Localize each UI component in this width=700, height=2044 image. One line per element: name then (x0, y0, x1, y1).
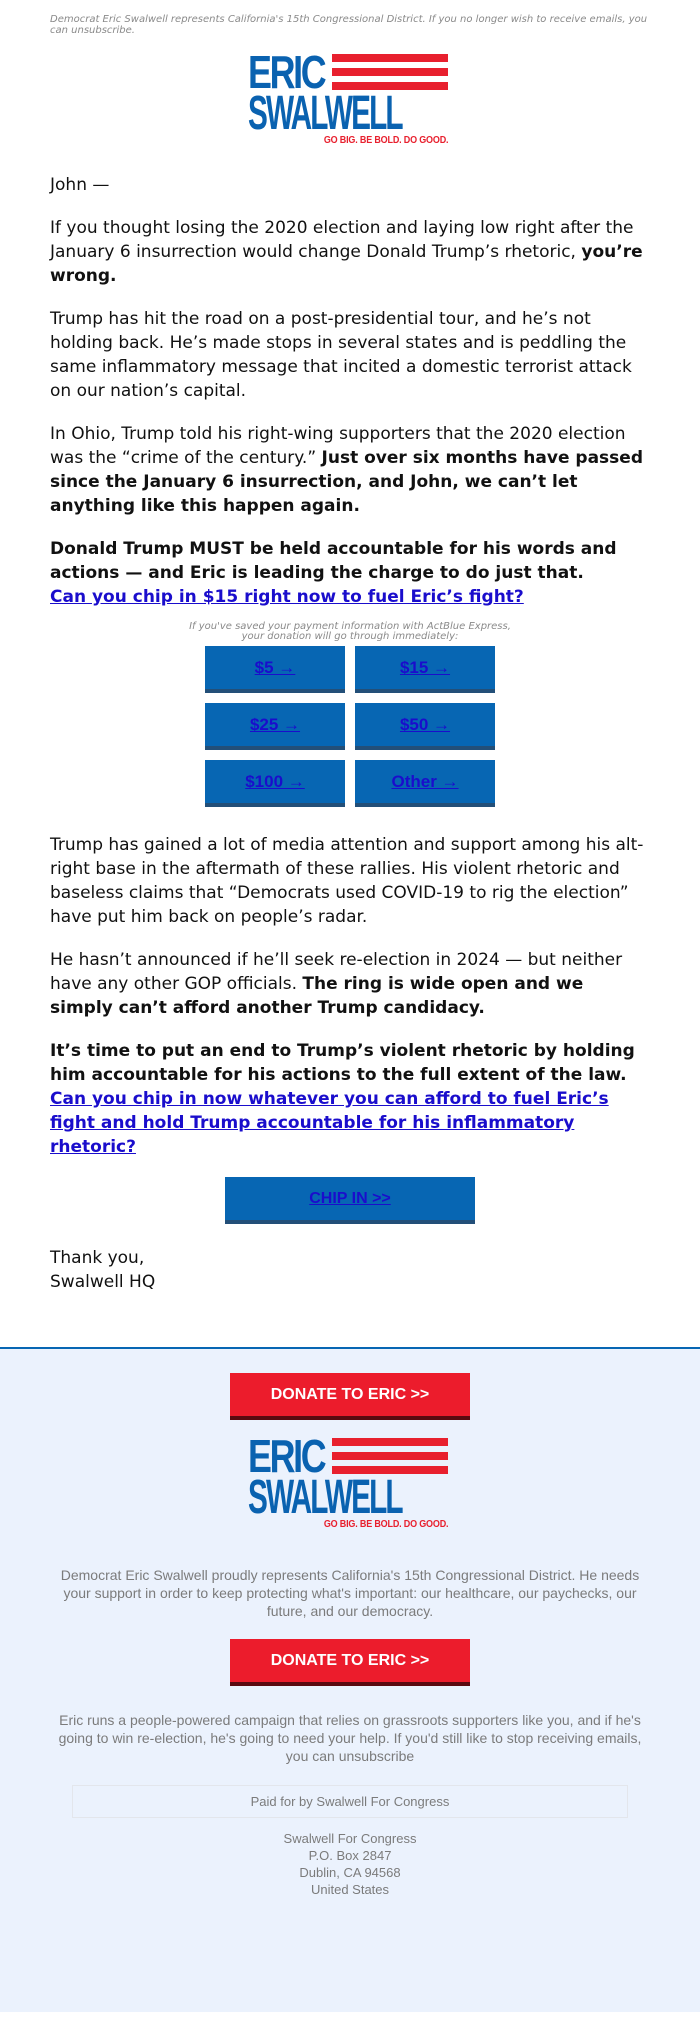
donate-to-eric-button[interactable]: DONATE TO ERIC >> (230, 1373, 470, 1420)
chip-in-15-link[interactable]: Can you chip in $15 right now to fuel Er… (50, 587, 524, 607)
paragraph: He hasn’t announced if he’ll seek re-ele… (50, 948, 650, 1020)
paragraph: Trump has hit the road on a post-preside… (50, 309, 632, 401)
address-line: United States (310, 1882, 390, 1897)
logo-tagline: GO BIG. BE BOLD. DO GOOD. (323, 135, 448, 146)
note-line: your donation will go through immediatel… (241, 631, 459, 642)
donate-50-button[interactable]: $50 → (355, 703, 495, 750)
logo-swalwell: SWALWELL (248, 87, 404, 140)
paragraph: In Ohio, Trump told his right-wing suppo… (50, 422, 650, 518)
footer-about-text: Democrat Eric Swalwell proudly represent… (60, 1567, 640, 1619)
footer-grassroots-text: Eric runs a people-powered campaign that… (58, 1712, 642, 1764)
logo-stripe (332, 68, 448, 76)
footer: DONATE TO ERIC >> ERIC SWALWELL GO BIG. … (0, 1347, 700, 2012)
bottom-spacer (0, 2012, 700, 2030)
chip-in-whatever-link[interactable]: Can you chip in now whatever you can aff… (50, 1089, 609, 1157)
donate-25-button[interactable]: $25 → (205, 703, 345, 750)
logo-stripe (332, 1452, 448, 1460)
donate-100-button[interactable]: $100 → (205, 760, 345, 807)
actblue-express-note: If you've saved your payment information… (50, 622, 650, 642)
paragraph-bold: Donald Trump MUST be held accountable fo… (50, 539, 617, 583)
logo-eric: ERIC (248, 46, 327, 98)
logo-tagline: GO BIG. BE BOLD. DO GOOD. (323, 1519, 448, 1530)
greeting: John — (50, 175, 110, 195)
paragraph: Donald Trump MUST be held accountable fo… (50, 537, 650, 609)
footer-logo: ERIC SWALWELL GO BIG. BE BOLD. DO GOOD. (248, 1430, 448, 1530)
address-line: Dublin, CA 94568 (299, 1865, 401, 1880)
address-line: Swalwell For Congress (283, 1831, 417, 1846)
chip-in-button[interactable]: CHIP IN >> (225, 1177, 475, 1224)
paragraph: If you thought losing the 2020 election … (50, 216, 650, 288)
paragraph: It’s time to put an end to Trump’s viole… (50, 1039, 650, 1159)
donate-15-button[interactable]: $15 → (355, 646, 495, 693)
paragraph-text: If you thought losing the 2020 election … (50, 218, 634, 262)
logo: ERIC SWALWELL GO BIG. BE BOLD. DO GOOD. (248, 46, 448, 146)
mailing-address: Swalwell For Congress P.O. Box 2847 Dubl… (0, 1830, 700, 1898)
donate-other-button[interactable]: Other → (355, 760, 495, 807)
donate-5-button[interactable]: $5 → (205, 646, 345, 693)
paragraph-bold: It’s time to put an end to Trump’s viole… (50, 1041, 635, 1085)
paragraph: Trump has gained a lot of media attentio… (50, 835, 644, 927)
signoff: Thank you, Swalwell HQ (50, 1246, 650, 1294)
paid-for-disclaimer: Paid for by Swalwell For Congress (72, 1785, 628, 1818)
donate-to-eric-button-2[interactable]: DONATE TO ERIC >> (230, 1639, 470, 1686)
email-body: John — If you thought losing the 2020 el… (0, 173, 700, 1294)
logo-stripe (332, 1438, 448, 1446)
email: Democrat Eric Swalwell represents Califo… (0, 0, 700, 2030)
signoff-line: Thank you, (50, 1248, 145, 1268)
signoff-name: Swalwell HQ (50, 1272, 156, 1292)
donation-amount-grid: $5 → $15 → $25 → $50 → $100 → Other → (205, 646, 495, 807)
preheader-text: Democrat Eric Swalwell represents Califo… (50, 14, 648, 36)
logo-stripe (332, 54, 448, 62)
address-line: P.O. Box 2847 (308, 1848, 392, 1863)
logo-swalwell: SWALWELL (248, 1471, 404, 1524)
logo-eric: ERIC (248, 1430, 327, 1482)
